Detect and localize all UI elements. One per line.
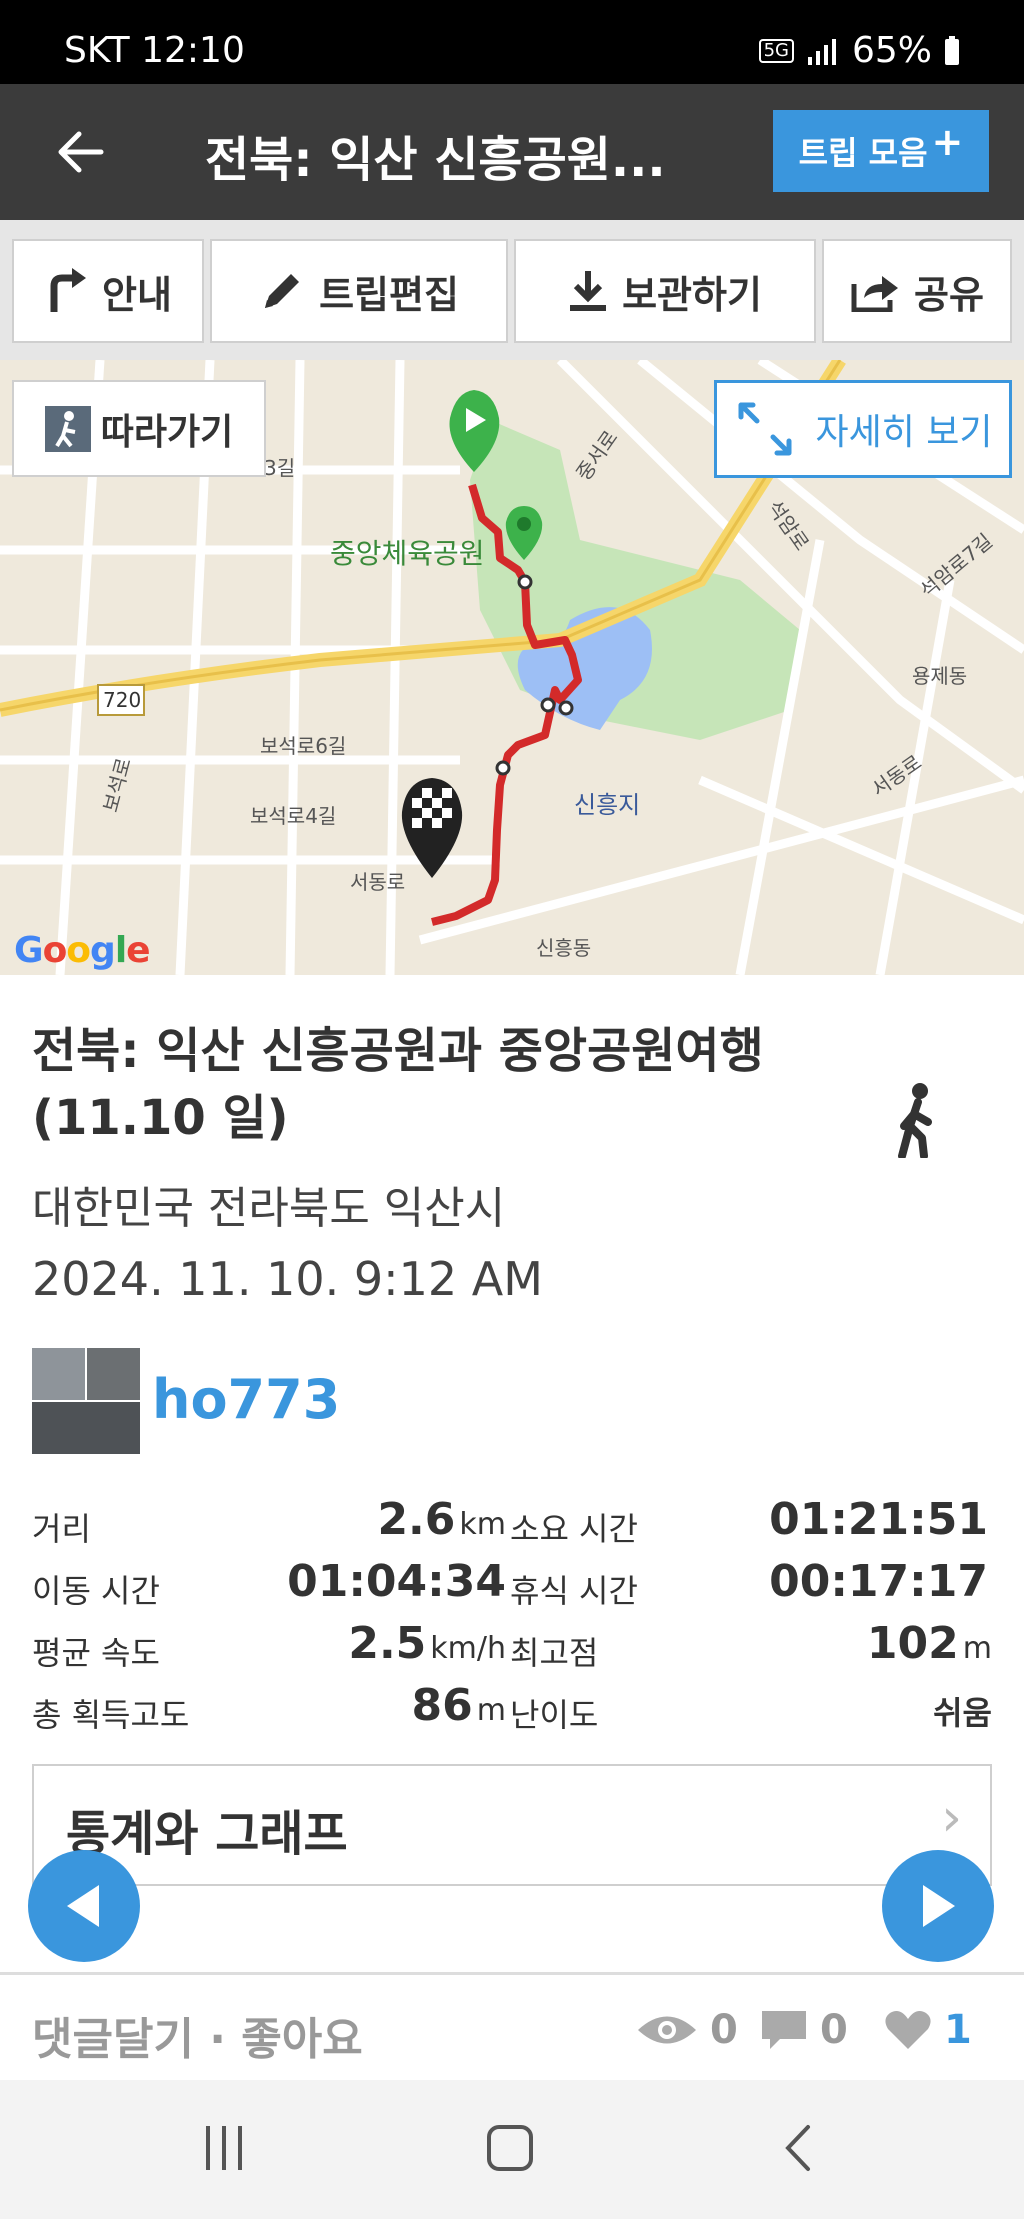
back-button[interactable] bbox=[40, 112, 120, 192]
download-icon bbox=[570, 271, 607, 311]
page-title: 전북: 익산 신흥공원... bbox=[205, 132, 666, 188]
system-nav-bar bbox=[0, 2080, 1024, 2219]
app-bar: 전북: 익산 신흥공원... 트립 모음 + bbox=[0, 84, 1024, 220]
guide-label: 안내 bbox=[102, 272, 172, 317]
comment-icon bbox=[762, 2011, 806, 2049]
recent-apps-icon[interactable] bbox=[202, 2124, 248, 2172]
distance-label: 거리 bbox=[32, 1510, 91, 1548]
action-toolbar: 안내 트립편집 보관하기 공유 bbox=[0, 220, 1024, 360]
triangle-right-icon bbox=[923, 1885, 955, 1927]
street-label: 3길 bbox=[264, 456, 296, 480]
duration-value: 01:21:51 bbox=[769, 1494, 988, 1545]
waypoint bbox=[517, 574, 533, 590]
street-label: 보석로4길 bbox=[250, 804, 337, 828]
share-button[interactable]: 공유 bbox=[822, 239, 1012, 343]
difficulty-label: 난이도 bbox=[510, 1696, 599, 1734]
stats-graph-label: 통계와 그래프 bbox=[66, 1806, 348, 1862]
divider bbox=[32, 1884, 992, 1886]
heart-icon bbox=[885, 2011, 931, 2049]
max-altitude-value: 102 m bbox=[866, 1618, 992, 1669]
rest-time-label: 휴식 시간 bbox=[510, 1572, 638, 1610]
street-label: 서동로 bbox=[350, 870, 406, 894]
edit-trip-button[interactable]: 트립편집 bbox=[210, 239, 508, 343]
edit-trip-label: 트립편집 bbox=[319, 272, 459, 317]
trip-location: 대한민국 전라북도 익산시 bbox=[32, 1183, 506, 1234]
comments-count: 0 bbox=[820, 2007, 848, 2053]
follow-label: 따라가기 bbox=[100, 411, 234, 453]
difficulty-value: 쉬움 bbox=[933, 1694, 992, 1732]
username-link[interactable]: ho773 bbox=[152, 1368, 340, 1431]
status-bar: SKT 12:10 5G 65% bbox=[0, 0, 1024, 84]
rest-time-value: 00:17:17 bbox=[769, 1556, 988, 1607]
carrier-time: SKT 12:10 bbox=[64, 30, 245, 71]
share-label: 공유 bbox=[914, 272, 984, 317]
moving-time-label: 이동 시간 bbox=[32, 1572, 160, 1610]
triangle-left-icon bbox=[67, 1885, 99, 1927]
save-button[interactable]: 보관하기 bbox=[514, 239, 816, 343]
back-arrow-icon bbox=[58, 131, 104, 173]
duration-label: 소요 시간 bbox=[510, 1510, 638, 1548]
google-logo: Google bbox=[14, 930, 151, 971]
plus-icon: + bbox=[931, 120, 964, 164]
elevation-gain-label: 총 획득고도 bbox=[32, 1696, 190, 1734]
network-badge: 5G bbox=[758, 38, 794, 63]
distance-value: 2.6 km bbox=[377, 1494, 506, 1545]
views-count: 0 bbox=[710, 2007, 738, 2053]
route-map[interactable]: 720 중앙체육공원 신흥지 보석로6길 보석로4길 서동로 신흥동 용제동 서… bbox=[0, 360, 1024, 975]
district-label: 신흥동 bbox=[536, 936, 592, 960]
next-trip-button[interactable] bbox=[882, 1850, 994, 1962]
chevron-right-icon: › bbox=[941, 1788, 962, 1848]
street-label: 보석로6길 bbox=[260, 734, 347, 758]
battery-icon bbox=[945, 35, 959, 65]
battery-percent: 65% bbox=[851, 30, 932, 71]
walking-icon bbox=[892, 1082, 944, 1162]
view-detail-button[interactable]: 자세히 보기 bbox=[714, 380, 1012, 478]
views-counter: 0 bbox=[636, 2007, 738, 2053]
waypoint bbox=[540, 697, 556, 713]
trip-title: 전북: 익산 신흥공원과 중앙공원여행(11.10 일) bbox=[32, 1023, 764, 1146]
back-nav-icon[interactable] bbox=[782, 2124, 814, 2172]
save-label: 보관하기 bbox=[622, 272, 762, 317]
expand-icon bbox=[738, 402, 792, 456]
trip-collection-label: 트립 모음 bbox=[798, 134, 928, 172]
lake-label: 신흥지 bbox=[574, 791, 641, 819]
status-indicators: 5G 65% bbox=[758, 30, 960, 71]
max-altitude-label: 최고점 bbox=[510, 1634, 599, 1672]
moving-time-value: 01:04:34 bbox=[287, 1556, 506, 1607]
pencil-icon bbox=[265, 274, 300, 308]
district-label: 용제동 bbox=[912, 664, 968, 688]
view-detail-label: 자세히 보기 bbox=[815, 412, 993, 453]
hiker-icon bbox=[44, 405, 91, 452]
share-icon bbox=[851, 276, 899, 312]
stats-graph-section[interactable]: 통계와 그래프 › bbox=[32, 1764, 992, 1886]
avatar[interactable] bbox=[32, 1348, 140, 1454]
follow-button[interactable]: 따라가기 bbox=[12, 380, 266, 477]
guide-button[interactable]: 안내 bbox=[12, 239, 204, 343]
eye-icon bbox=[638, 2016, 696, 2044]
comment-like-bar: 댓글달기 · 좋아요 0 0 1 bbox=[0, 1972, 1024, 2080]
likes-count: 1 bbox=[944, 2007, 972, 2053]
avg-speed-value: 2.5 km/h bbox=[348, 1618, 506, 1669]
elevation-gain-value: 86 m bbox=[411, 1680, 506, 1731]
comment-like-link[interactable]: 댓글달기 · 좋아요 bbox=[32, 2003, 363, 2067]
likes-counter[interactable]: 1 bbox=[884, 2007, 972, 2053]
waypoint bbox=[495, 760, 511, 776]
trip-collection-button[interactable]: 트립 모음 + bbox=[773, 110, 989, 192]
previous-trip-button[interactable] bbox=[28, 1850, 140, 1962]
waypoint bbox=[558, 700, 574, 716]
home-icon[interactable] bbox=[486, 2124, 534, 2172]
trip-datetime: 2024. 11. 10. 9:12 AM bbox=[32, 1252, 543, 1306]
park-label: 중앙체육공원 bbox=[330, 537, 485, 570]
turn-arrow-icon bbox=[50, 268, 87, 312]
signal-icon bbox=[807, 38, 836, 65]
comments-counter[interactable]: 0 bbox=[760, 2007, 848, 2053]
avg-speed-label: 평균 속도 bbox=[32, 1634, 160, 1672]
road-number-label: 720 bbox=[103, 688, 142, 712]
